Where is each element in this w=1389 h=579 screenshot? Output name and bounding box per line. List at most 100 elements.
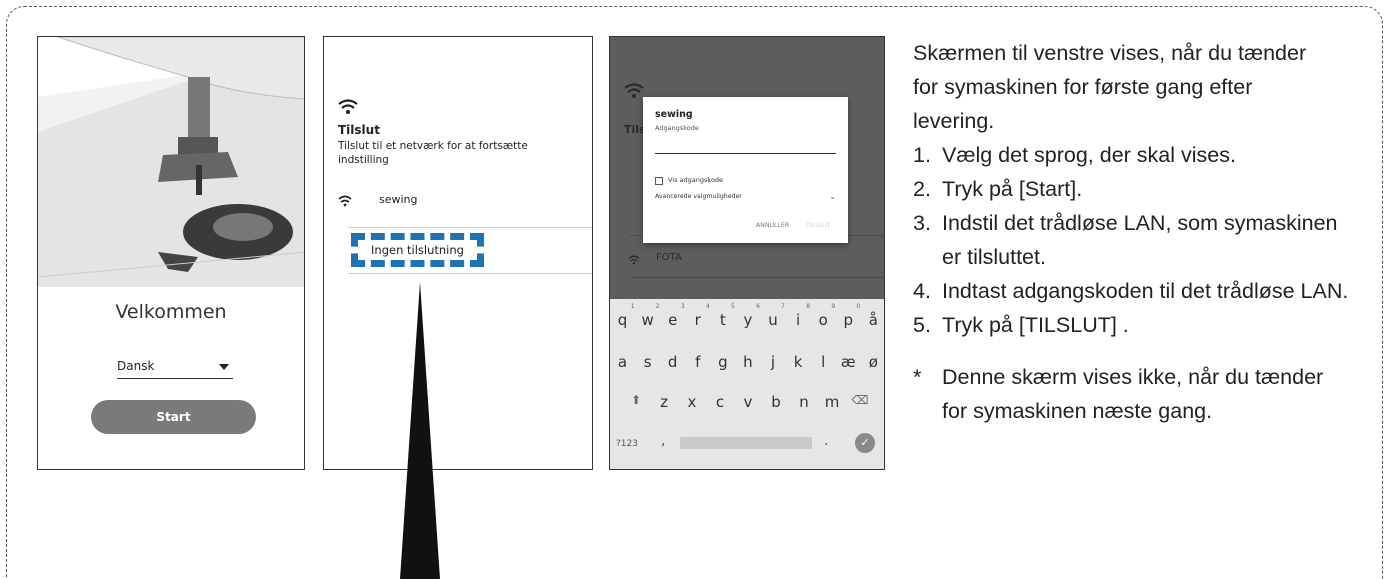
password-screen: Tils FOTA sewing Adgangskode Vis adgangs… [609,36,885,470]
network-name: sewing [379,193,418,206]
no-connection-button[interactable]: Ingen tilslutning [351,233,484,267]
key-v[interactable]: v [736,393,760,411]
key-s[interactable]: s [636,353,660,371]
step-text: Tryk på [TILSLUT] . [942,313,1129,337]
password-input[interactable] [655,153,836,154]
key-label: æ [840,353,856,371]
key-z[interactable]: z [652,393,676,411]
key-x[interactable]: x [680,393,704,411]
key-y[interactable]: y6 [736,303,759,329]
dialog-title: sewing [655,109,693,120]
comma-key[interactable]: , [661,433,665,449]
key-label: o [818,311,828,329]
key-label: s [643,353,652,371]
key-label: w [641,311,654,329]
intro-text: Skærmen til venstre vises, når du tænder… [913,41,1307,133]
key-digit-hint: 5 [731,303,735,310]
step-item: 2. Tryk på [Start]. [913,172,1353,206]
key-j[interactable]: j [761,353,785,371]
key-label: g [718,353,728,371]
caret-down-icon [219,364,229,370]
key-digit-hint: 0 [856,303,861,310]
key-u[interactable]: u7 [761,303,785,329]
step-number: 3. [913,211,931,235]
key-label: j [770,353,776,371]
advanced-options[interactable]: Avancerede valgmuligheder [655,193,742,200]
password-dialog: sewing Adgangskode Vis adgangskode Avanc… [643,97,848,243]
sewing-machine-illustration [38,37,304,287]
key-p[interactable]: p0 [836,303,860,329]
connect-title: Tilslut [338,123,380,137]
key-digit-hint: 1 [630,303,635,310]
step-number: 2. [913,177,931,201]
key-r[interactable]: r4 [686,303,710,329]
key-label: ø [868,353,878,371]
cancel-button[interactable]: ANNULLER [756,222,789,229]
key-digit-hint: 8 [806,303,811,310]
shift-icon[interactable]: ⬆ [624,393,648,411]
key-a[interactable]: a [611,353,635,371]
step-text: Indstil det trådløse LAN, som symaskinen… [942,211,1338,269]
symbols-key[interactable]: ?123 [616,439,638,449]
welcome-heading: Velkommen [115,301,227,323]
pointer-arrow [400,282,440,579]
note: * Denne skærm vises ikke, når du tænder … [913,360,1353,428]
key-n[interactable]: n [792,393,816,411]
wifi-icon [624,83,644,98]
show-password-checkbox[interactable] [655,177,663,185]
key-k[interactable]: k [786,353,810,371]
key-d[interactable]: d [661,353,685,371]
step-text: Tryk på [Start]. [942,177,1083,201]
welcome-screen: Velkommen Dansk Start [37,36,305,470]
period-key[interactable]: . [824,433,828,449]
wifi-lock-icon [628,255,640,265]
key-digit-hint: 3 [680,303,685,310]
language-select[interactable]: Dansk [117,359,233,379]
connect-button[interactable]: TILSLUT [806,222,830,229]
step-item: 3. Indstil det trådløse LAN, som symaskin… [913,206,1353,274]
keyboard-row-4: ?123 , . ✓ [610,433,884,457]
key-label: a [617,353,628,371]
space-key[interactable] [680,437,812,449]
divider [630,277,884,278]
show-password-label: Vis adgangskode [668,176,724,184]
key-m[interactable]: m [820,393,844,411]
key-å[interactable]: å [861,311,884,329]
key-digit-hint: 9 [831,303,836,310]
key-o[interactable]: o9 [811,303,836,329]
key-t[interactable]: t5 [711,303,735,329]
note-text: Denne skærm vises ikke, når du tænder fo… [942,365,1324,423]
key-g[interactable]: g [711,353,735,371]
key-label: i [795,311,801,329]
key-c[interactable]: c [708,393,732,411]
password-label: Adgangskode [655,124,699,132]
language-value: Dansk [117,359,155,373]
start-button[interactable]: Start [91,400,256,434]
step-number: 5. [913,313,931,337]
key-q[interactable]: q1 [611,303,635,329]
backspace-icon[interactable]: ⌫ [848,393,872,411]
keyboard-row-2: asdfghjklæø [610,353,884,371]
divider [348,227,592,228]
connect-screen: Tilslut Tilslut til et netværk for at fo… [323,36,593,470]
key-f[interactable]: f [686,353,710,371]
key-æ[interactable]: æ [836,353,860,371]
key-b[interactable]: b [764,393,788,411]
steps-list: 1. Vælg det sprog, der skal vises. 2. Tryk … [913,138,1373,342]
step-item: 1. Vælg det sprog, der skal vises. [913,138,1353,172]
chevron-down-icon: ⌄ [829,192,836,201]
key-label: u [768,311,778,329]
wifi-lock-icon [338,195,352,207]
key-label: d [667,353,678,371]
key-i[interactable]: i8 [786,303,810,329]
network-item-sewing[interactable]: sewing [338,191,592,211]
key-e[interactable]: e3 [661,303,685,329]
key-label: e [668,311,678,329]
key-l[interactable]: l [811,353,835,371]
key-label: p [843,311,853,329]
key-digit-hint: 6 [756,303,760,310]
key-ø[interactable]: ø [861,353,884,371]
key-w[interactable]: w2 [636,303,659,329]
key-h[interactable]: h [736,353,760,371]
enter-check-icon[interactable]: ✓ [855,433,875,453]
